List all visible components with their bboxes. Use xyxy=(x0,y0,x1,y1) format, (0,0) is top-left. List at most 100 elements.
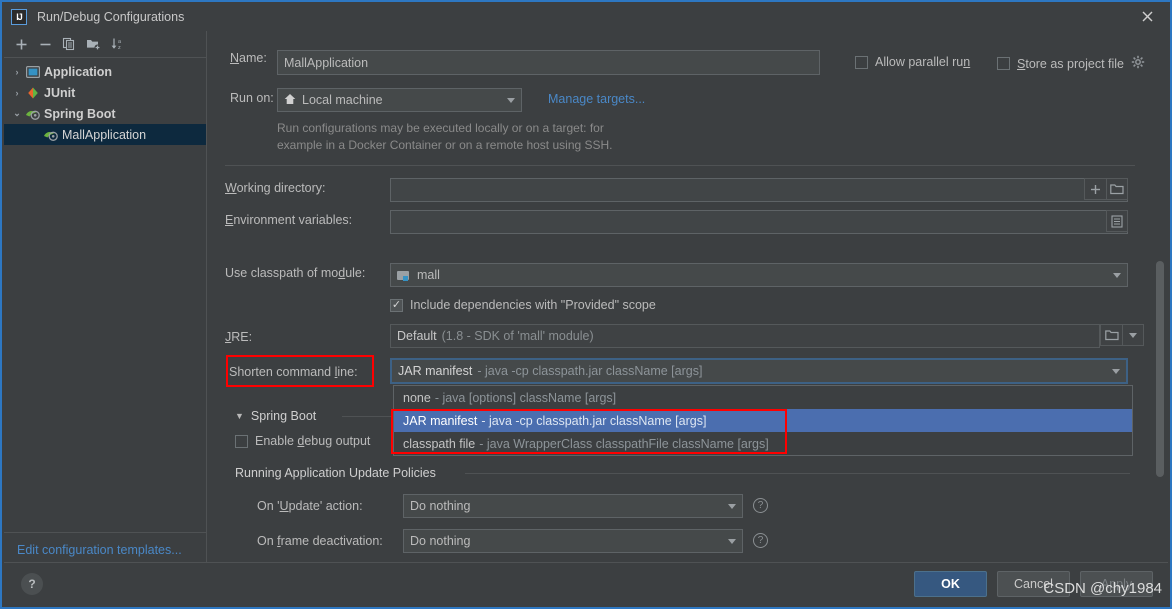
remove-configuration-button[interactable] xyxy=(34,33,56,55)
dropdown-option-label: classpath file xyxy=(403,436,476,451)
shorten-command-line-label: Shorten command line: xyxy=(229,365,358,379)
configurations-tree: › Application › JUnit ⌄ Spring Boot Mall… xyxy=(4,58,206,145)
ok-button[interactable]: OK xyxy=(914,571,987,597)
name-input-value: MallApplication xyxy=(284,55,369,70)
allow-parallel-run-checkbox[interactable]: Allow parallel run xyxy=(855,55,970,69)
run-on-hint-line-2: example in a Docker Container or on a re… xyxy=(277,138,613,152)
collapse-chevron-icon[interactable]: ⌄ xyxy=(10,108,24,119)
store-as-project-file-checkbox[interactable]: Store as project file xyxy=(997,55,1145,72)
spring-boot-section-title: Spring Boot xyxy=(250,409,317,423)
use-classpath-combobox[interactable]: mall xyxy=(390,263,1128,287)
tree-item-label: Application xyxy=(44,64,113,79)
jre-value: Default xyxy=(397,329,437,343)
tree-item-label: JUnit xyxy=(44,85,76,100)
chevron-down-icon[interactable] xyxy=(507,97,515,103)
chevron-down-icon[interactable] xyxy=(1122,324,1144,346)
intellij-logo-icon: IJ xyxy=(11,8,27,25)
include-provided-checkbox[interactable]: ✓ Include dependencies with "Provided" s… xyxy=(390,298,656,312)
dialog-titlebar: IJ Run/Debug Configurations xyxy=(2,2,1170,31)
on-frame-deactivation-value: Do nothing xyxy=(410,534,471,548)
use-classpath-label: Use classpath of module: xyxy=(225,266,366,280)
working-directory-label: Working directory: xyxy=(225,181,326,195)
manage-targets-link[interactable]: Manage targets... xyxy=(548,92,645,106)
working-directory-input[interactable] xyxy=(390,178,1128,202)
environment-variables-row: Environment variables: xyxy=(225,213,352,227)
shorten-command-line-combobox[interactable]: JAR manifest - java -cp classpath.jar cl… xyxy=(390,358,1128,384)
jre-row: JRE: xyxy=(225,330,252,344)
chevron-down-icon[interactable] xyxy=(728,538,736,544)
shorten-command-line-value-detail: - java -cp classpath.jar className [args… xyxy=(477,364,703,378)
section-separator xyxy=(465,473,1130,474)
run-on-combobox[interactable]: Local machine xyxy=(277,88,522,112)
checkbox-box[interactable] xyxy=(235,434,248,448)
on-frame-deactivation-row: On frame deactivation: xyxy=(257,534,383,548)
form-separator xyxy=(225,165,1135,166)
add-configuration-button[interactable] xyxy=(10,33,32,55)
configurations-panel: a z › Application › JUnit ⌄ Spring Boot … xyxy=(4,31,206,567)
section-separator xyxy=(342,416,394,417)
collapse-triangle-icon[interactable]: ▼ xyxy=(235,411,244,421)
on-update-action-row: On 'Update' action: xyxy=(257,499,363,513)
manage-targets-row: Manage targets... xyxy=(535,92,645,106)
name-input[interactable]: MallApplication xyxy=(277,50,820,75)
junit-icon xyxy=(24,86,42,100)
on-update-action-combobox[interactable]: Do nothing xyxy=(403,494,743,518)
checkbox-box[interactable] xyxy=(855,55,868,69)
shorten-command-line-dropdown[interactable]: none - java [options] className [args] J… xyxy=(393,385,1133,456)
sort-configurations-button[interactable]: a z xyxy=(106,33,128,55)
shorten-command-line-row: Shorten command line: xyxy=(229,365,358,379)
dropdown-option-detail: - java [options] className [args] xyxy=(434,390,617,405)
new-folder-button[interactable] xyxy=(82,33,104,55)
expand-chevron-icon[interactable]: › xyxy=(10,88,24,98)
environment-variables-label: Environment variables: xyxy=(225,213,353,227)
chevron-down-icon[interactable] xyxy=(1112,368,1120,374)
run-on-hint: Run configurations may be executed local… xyxy=(277,120,837,154)
configuration-form: Name: MallApplication Allow parallel run… xyxy=(207,31,1168,563)
run-on-hint-line-1: Run configurations may be executed local… xyxy=(277,121,604,135)
plus-icon[interactable] xyxy=(1084,178,1106,200)
close-icon[interactable] xyxy=(1124,2,1170,31)
enable-debug-output-label: Enable debug output xyxy=(255,434,371,448)
run-on-label: Run on: xyxy=(230,91,274,105)
chevron-down-icon[interactable] xyxy=(728,503,736,509)
enable-debug-output-checkbox[interactable]: Enable debug output xyxy=(235,434,370,448)
dialog-footer: ? OK Cancel Apply xyxy=(4,562,1168,605)
form-scrollbar-thumb[interactable] xyxy=(1156,261,1164,477)
gear-icon[interactable] xyxy=(1131,55,1145,72)
tree-item-spring-boot[interactable]: ⌄ Spring Boot xyxy=(4,103,206,124)
form-scrollbar[interactable] xyxy=(1156,261,1164,563)
working-directory-row: Working directory: xyxy=(225,181,326,195)
chevron-down-icon[interactable] xyxy=(1113,272,1121,278)
dropdown-option-label: JAR manifest xyxy=(403,413,478,428)
checkbox-box[interactable] xyxy=(997,57,1010,70)
edit-configuration-templates-link[interactable]: Edit configuration templates... xyxy=(17,543,182,557)
use-classpath-row: Use classpath of module: xyxy=(225,266,365,280)
folder-icon[interactable] xyxy=(1100,324,1122,346)
shorten-command-line-value: JAR manifest xyxy=(398,364,473,378)
on-update-action-value: Do nothing xyxy=(410,499,471,513)
environment-variables-input[interactable] xyxy=(390,210,1128,234)
dropdown-option-classpath-file[interactable]: classpath file - java WrapperClass class… xyxy=(394,432,1132,455)
dropdown-option-none[interactable]: none - java [options] className [args] xyxy=(394,386,1132,409)
application-icon xyxy=(24,65,42,78)
help-icon[interactable]: ? xyxy=(753,533,768,548)
dropdown-option-detail: - java WrapperClass classpathFile classN… xyxy=(479,436,769,451)
spring-boot-icon xyxy=(42,128,60,142)
dropdown-option-jar-manifest[interactable]: JAR manifest - java -cp classpath.jar cl… xyxy=(394,409,1132,432)
jre-combobox[interactable]: Default (1.8 - SDK of 'mall' module) xyxy=(390,324,1100,348)
spring-boot-section-header[interactable]: ▼ Spring Boot xyxy=(235,409,316,423)
copy-configuration-button[interactable] xyxy=(58,33,80,55)
tree-item-application[interactable]: › Application xyxy=(4,61,206,82)
list-edit-icon[interactable] xyxy=(1106,210,1128,232)
on-frame-deactivation-combobox[interactable]: Do nothing xyxy=(403,529,743,553)
help-icon[interactable]: ? xyxy=(753,498,768,513)
tree-item-junit[interactable]: › JUnit xyxy=(4,82,206,103)
allow-parallel-run-label: Allow parallel run xyxy=(875,55,971,69)
help-button[interactable]: ? xyxy=(21,573,43,595)
folder-icon[interactable] xyxy=(1106,178,1128,200)
checkbox-box[interactable]: ✓ xyxy=(390,298,403,312)
run-debug-configurations-dialog: IJ Run/Debug Configurations a z › Applic… xyxy=(0,0,1172,609)
tree-item-mallapplication[interactable]: MallApplication xyxy=(4,124,206,145)
working-directory-buttons xyxy=(1084,178,1128,200)
expand-chevron-icon[interactable]: › xyxy=(10,67,24,77)
